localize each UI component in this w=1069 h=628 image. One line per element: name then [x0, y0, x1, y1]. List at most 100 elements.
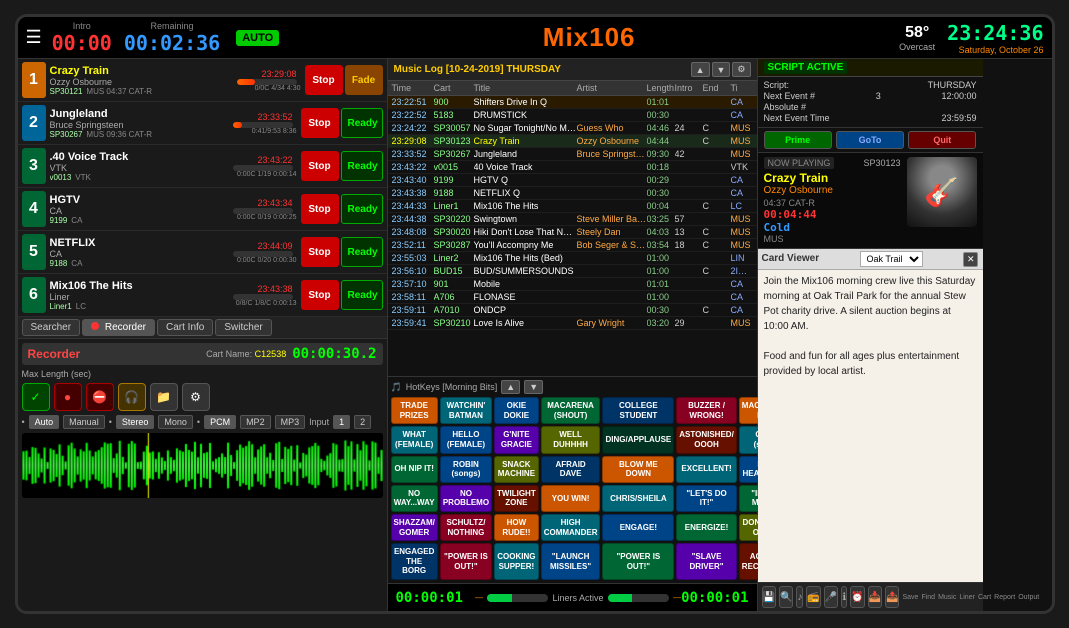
mode-mp3-button[interactable]: MP3: [275, 415, 306, 429]
mode-pcm-button[interactable]: PCM: [204, 415, 236, 429]
log-row-14[interactable]: 23:56:10 BUD15 BUD/SUMMERSOUNDS 01:00 C …: [388, 265, 757, 278]
rec-headphone-button[interactable]: 🎧: [118, 383, 146, 411]
log-row-5[interactable]: 23:33:52 SP30267 Jungleland Bruce Spring…: [388, 148, 757, 161]
deck-4-ready-button[interactable]: Ready: [341, 194, 383, 224]
tb-liner-button[interactable]: 📻: [806, 586, 820, 608]
log-row-16[interactable]: 23:58:11 A706 FLONASE 01:00 CA: [388, 291, 757, 304]
rec-record-button[interactable]: ●: [54, 383, 82, 411]
tb-import-button[interactable]: 📥: [868, 586, 882, 608]
tb-save-button[interactable]: 💾: [762, 586, 776, 608]
log-row-17[interactable]: 23:59:11 A7010 ONDCP 00:30 C CA: [388, 304, 757, 317]
hotkeys-up-button[interactable]: ▲: [501, 380, 520, 394]
mode-mono-button[interactable]: Mono: [158, 415, 193, 429]
tab-searcher[interactable]: Searcher: [22, 319, 81, 336]
prime-button[interactable]: Prime: [764, 131, 832, 149]
log-row-2[interactable]: 23:22:52 5183 DRUMSTICK 00:30 CA: [388, 109, 757, 122]
hk-btn-18[interactable]: AFRAID DAVE: [541, 456, 601, 483]
tab-recorder[interactable]: Recorder: [82, 319, 155, 336]
tab-cart-info[interactable]: Cart Info: [157, 319, 213, 336]
hk-btn-19[interactable]: BLOW ME DOWN: [602, 456, 674, 483]
hk-btn-16[interactable]: ROBIN (songs): [440, 456, 492, 483]
card-viewer-select[interactable]: Oak Trail: [860, 251, 923, 267]
tb-info-button[interactable]: ℹ: [841, 586, 847, 608]
mode-manual-button[interactable]: Manual: [63, 415, 105, 429]
hk-btn-1[interactable]: TRADE PRIZES: [391, 397, 438, 424]
hk-btn-39[interactable]: "LAUNCH MISSILES": [541, 543, 601, 580]
hk-btn-33[interactable]: ENGAGE!: [602, 514, 674, 541]
rec-file-button[interactable]: 📁: [150, 383, 178, 411]
log-down-button[interactable]: ▼: [712, 62, 731, 77]
deck-1-fade-button[interactable]: Fade: [345, 65, 383, 95]
hk-btn-36[interactable]: ENGAGED THE BORG: [391, 543, 438, 580]
hk-btn-31[interactable]: HOW RUDE!!: [494, 514, 539, 541]
tb-mic-button[interactable]: 🎤: [824, 586, 838, 608]
tb-export-button[interactable]: 📤: [885, 586, 899, 608]
log-row-8[interactable]: 23:43:38 9188 NETFLIX Q 00:30 CA: [388, 187, 757, 200]
hk-btn-17[interactable]: SNACK MACHINE: [494, 456, 539, 483]
log-row-4[interactable]: 23:29:08 SP30123 Crazy Train Ozzy Osbour…: [388, 135, 757, 148]
log-row-1[interactable]: 23:22:51 900 Shifters Drive In Q 01:01 C…: [388, 96, 757, 109]
deck-3-ready-button[interactable]: Ready: [341, 151, 383, 181]
hk-btn-23[interactable]: NO PROBLEMO: [440, 485, 492, 512]
log-row-12[interactable]: 23:52:11 SP30287 You'll Accompny Me Bob …: [388, 239, 757, 252]
log-row-18[interactable]: 23:59:41 SP30210 Love Is Alive Gary Wrig…: [388, 317, 757, 330]
log-row-9[interactable]: 23:44:33 Liner1 Mix106 The Hits 00:04 C …: [388, 200, 757, 213]
tab-switcher[interactable]: Switcher: [215, 319, 271, 336]
hk-btn-3[interactable]: OKIE DOKIE: [494, 397, 539, 424]
rec-stop-button[interactable]: ⛔: [86, 383, 114, 411]
card-viewer-close-button[interactable]: ✕: [963, 252, 979, 267]
deck-4-stop-button[interactable]: Stop: [301, 194, 339, 224]
hk-btn-41[interactable]: "SLAVE DRIVER": [676, 543, 737, 580]
hotkeys-down-button[interactable]: ▼: [524, 380, 543, 394]
tb-music-button[interactable]: ♪: [796, 586, 803, 608]
hk-btn-27[interactable]: "LET'S DO IT!": [676, 485, 737, 512]
input-2-button[interactable]: 2: [354, 415, 371, 429]
hk-btn-30[interactable]: SCHULTZ/ NOTHING: [440, 514, 492, 541]
hk-btn-38[interactable]: COOKING SUPPER!: [494, 543, 539, 580]
deck-6-stop-button[interactable]: Stop: [301, 280, 339, 310]
input-1-button[interactable]: 1: [333, 415, 350, 429]
deck-6-ready-button[interactable]: Ready: [341, 280, 383, 310]
rec-play-button[interactable]: ✓: [22, 383, 50, 411]
tb-clock-button[interactable]: ⏰: [850, 586, 864, 608]
deck-2-ready-button[interactable]: Ready: [341, 108, 383, 138]
hk-btn-25[interactable]: YOU WIN!: [541, 485, 601, 512]
log-row-15[interactable]: 23:57:10 901 Mobile 01:01 CA: [388, 278, 757, 291]
log-row-13[interactable]: 23:55:03 Liner2 Mix106 The Hits (Bed) 01…: [388, 252, 757, 265]
mode-mp2-button[interactable]: MP2: [240, 415, 271, 429]
hk-btn-4[interactable]: MACARENA (SHOUT): [541, 397, 601, 424]
log-row-6[interactable]: 23:43:22 v0015 40 Voice Track 00:18 VTK: [388, 161, 757, 174]
rec-settings-button[interactable]: ⚙: [182, 383, 210, 411]
hk-btn-8[interactable]: WHAT (FEMALE): [391, 426, 438, 453]
tb-search-button[interactable]: 🔍: [779, 586, 793, 608]
hk-btn-6[interactable]: BUZZER / WRONG!: [676, 397, 737, 424]
deck-5-ready-button[interactable]: Ready: [341, 237, 383, 267]
deck-1-stop-button[interactable]: Stop: [305, 65, 343, 95]
log-row-11[interactable]: 23:48:08 SP30020 Hiki Don't Lose That Nu…: [388, 226, 757, 239]
deck-3-stop-button[interactable]: Stop: [301, 151, 339, 181]
hk-btn-22[interactable]: NO WAY...WAY: [391, 485, 438, 512]
auto-badge[interactable]: AUTO: [236, 30, 279, 46]
log-settings-button[interactable]: ⚙: [732, 62, 750, 77]
deck-2-stop-button[interactable]: Stop: [301, 108, 339, 138]
hk-btn-13[interactable]: ASTONISHED/ OOOH: [676, 426, 737, 453]
hk-btn-5[interactable]: COLLEGE STUDENT: [602, 397, 674, 424]
log-up-button[interactable]: ▲: [691, 62, 710, 77]
hk-btn-12[interactable]: DING/APPLAUSE: [602, 426, 674, 453]
deck-5-stop-button[interactable]: Stop: [301, 237, 339, 267]
hk-btn-34[interactable]: ENERGIZE!: [676, 514, 737, 541]
hk-btn-29[interactable]: SHAZZAM/ GOMER: [391, 514, 438, 541]
hk-btn-2[interactable]: WATCHIN' BATMAN: [440, 397, 492, 424]
log-row-10[interactable]: 23:44:38 SP30220 Swingtown Steve Miller …: [388, 213, 757, 226]
hk-btn-15[interactable]: OH NIP IT!: [391, 456, 438, 483]
hk-btn-11[interactable]: WELL DUHHHH: [541, 426, 601, 453]
mode-auto-button[interactable]: Auto: [29, 415, 60, 429]
quit-button[interactable]: Quit: [908, 131, 976, 149]
hk-btn-9[interactable]: HELLO (FEMALE): [440, 426, 492, 453]
goto-button[interactable]: GoTo: [836, 131, 904, 149]
hk-btn-20[interactable]: EXCELLENT!: [676, 456, 737, 483]
hk-btn-37[interactable]: "POWER IS OUT!": [440, 543, 492, 580]
menu-icon[interactable]: ☰: [26, 27, 42, 48]
hk-btn-40[interactable]: "POWER IS OUT!": [602, 543, 674, 580]
hk-btn-26[interactable]: CHRIS/SHEILA: [602, 485, 674, 512]
